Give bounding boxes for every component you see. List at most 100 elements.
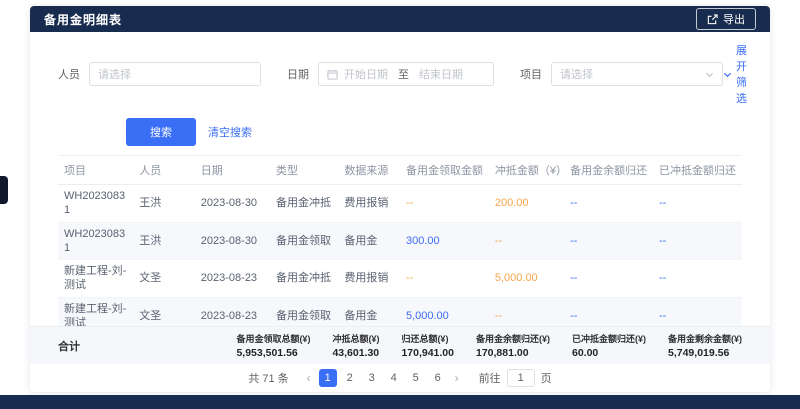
summary-row: 合计 备用金领取总额(¥)5,953,501.56 冲抵总额(¥)43,601.3… [30, 326, 770, 364]
table-cell: -- [400, 185, 489, 223]
card-header: 备用金明细表 导出 [30, 6, 770, 32]
data-table-area[interactable]: 项目人员日期类型数据来源备用金领取金额（¥）冲抵金额（¥）备用金余额归还（¥）已… [30, 155, 770, 326]
petty-cash-detail-card: 备用金明细表 导出 人员 请选择 日期 [30, 6, 770, 392]
table-row[interactable]: 新建工程-刘-测试文圣2023-08-23备用金领取备用金5,000.00---… [58, 297, 742, 326]
search-button[interactable]: 搜索 [126, 118, 196, 146]
table-cell: -- [564, 185, 653, 223]
table-cell: 费用报销 [338, 260, 400, 298]
summary-stat-label: 已冲抵金额归还(¥) [572, 332, 646, 345]
goto-page: 前往 页 [479, 369, 552, 387]
summary-stat: 已冲抵金额归还(¥) 60.00 [572, 332, 646, 359]
table-cell: 2023-08-30 [195, 185, 270, 223]
date-range-picker[interactable]: 开始日期 至 结束日期 [318, 62, 494, 86]
summary-total-label: 合计 [58, 338, 80, 354]
goto-page-input[interactable] [507, 369, 535, 387]
table-cell: 新建工程-刘-测试 [58, 297, 133, 326]
summary-stat-value: 60.00 [572, 347, 646, 359]
table-cell: 备用金领取 [270, 222, 338, 260]
table-cell: 200.00 [489, 185, 564, 223]
table-row[interactable]: WH20230831王洪2023-08-30备用金冲抵费用报销--200.00-… [58, 185, 742, 223]
page-number-1[interactable]: 1 [319, 369, 337, 387]
export-icon [707, 14, 718, 25]
chevron-down-icon [705, 70, 714, 79]
summary-stat-value: 170,881.00 [476, 347, 550, 359]
table-cell: 2023-08-23 [195, 297, 270, 326]
filter-person: 人员 请选择 [58, 62, 261, 86]
expand-filters-link[interactable]: 展开筛选 [723, 42, 747, 106]
table-cell: -- [489, 222, 564, 260]
table-cell: 费用报销 [338, 185, 400, 223]
filter-date: 日期 开始日期 至 结束日期 [287, 62, 494, 86]
column-header: 备用金余额归还（¥） [564, 156, 653, 185]
table-cell: 5,000.00 [489, 260, 564, 298]
table-cell: -- [564, 260, 653, 298]
sidebar-collapse-handle[interactable] [0, 176, 8, 204]
calendar-icon [327, 69, 338, 80]
filter-row: 人员 请选择 日期 开始日期 至 结束日期 项目 请选择 [30, 32, 770, 110]
summary-stat-value: 5,749,019.56 [668, 347, 742, 359]
table-cell: -- [564, 222, 653, 260]
filter-project: 项目 请选择 [520, 62, 723, 86]
page-number-5[interactable]: 5 [407, 369, 425, 387]
summary-stat: 冲抵总额(¥)43,601.30 [332, 332, 379, 359]
table-cell: 文圣 [133, 260, 195, 298]
table-cell: 备用金领取 [270, 297, 338, 326]
table-cell: 王洪 [133, 222, 195, 260]
person-placeholder: 请选择 [98, 66, 131, 82]
table-cell: WH20230831 [58, 222, 133, 260]
table-cell: 备用金 [338, 222, 400, 260]
goto-page-suffix: 页 [541, 370, 552, 386]
column-header: 已冲抵金额归还（¥） [653, 156, 742, 185]
table-cell: -- [653, 185, 742, 223]
person-label: 人员 [58, 66, 80, 82]
petty-cash-table: 项目人员日期类型数据来源备用金领取金额（¥）冲抵金额（¥）备用金余额归还（¥）已… [58, 155, 742, 326]
table-cell: 备用金冲抵 [270, 260, 338, 298]
table-cell: -- [653, 222, 742, 260]
table-cell: 2023-08-30 [195, 222, 270, 260]
pagination: 共 71 条 ‹ 123456 › 前往 页 [30, 364, 770, 392]
column-header: 数据来源 [338, 156, 400, 185]
next-page-button[interactable]: › [451, 371, 463, 385]
table-cell: 备用金冲抵 [270, 185, 338, 223]
table-row[interactable]: 新建工程-刘-测试文圣2023-08-23备用金冲抵费用报销 --5,000.00… [58, 260, 742, 298]
page-number-4[interactable]: 4 [385, 369, 403, 387]
page-number-3[interactable]: 3 [363, 369, 381, 387]
summary-stat-label: 备用金余额归还(¥) [476, 332, 550, 345]
date-end-placeholder: 结束日期 [419, 66, 463, 82]
action-row: 搜索 清空搜索 [30, 110, 770, 155]
column-header: 项目 [58, 156, 133, 185]
summary-stat: 备用金剩余金额(¥) 5,749,019.56 [668, 332, 742, 359]
table-cell: -- [564, 297, 653, 326]
table-cell: WH20230831 [58, 185, 133, 223]
project-placeholder: 请选择 [560, 66, 593, 82]
summary-stat-label: 备用金剩余金额(¥) [668, 332, 742, 345]
clear-search-button[interactable]: 清空搜索 [208, 124, 252, 140]
table-cell: -- [489, 297, 564, 326]
bottom-taskbar [0, 395, 800, 409]
prev-page-button[interactable]: ‹ [303, 371, 315, 385]
page-number-6[interactable]: 6 [429, 369, 447, 387]
summary-stat: 备用金余额归还(¥) 170,881.00 [476, 332, 550, 359]
table-cell: 2023-08-23 [195, 260, 270, 298]
column-header: 冲抵金额（¥） [489, 156, 564, 185]
column-header: 类型 [270, 156, 338, 185]
column-header: 日期 [195, 156, 270, 185]
table-row[interactable]: WH20230831王洪2023-08-30备用金领取备用金300.00----… [58, 222, 742, 260]
page-number-2[interactable]: 2 [341, 369, 359, 387]
table-cell: 新建工程-刘-测试 [58, 260, 133, 298]
goto-label: 前往 [479, 370, 501, 386]
person-select[interactable]: 请选择 [89, 62, 261, 86]
table-cell: 5,000.00 [400, 297, 489, 326]
project-label: 项目 [520, 66, 542, 82]
expand-filters-label: 展开筛选 [736, 42, 747, 106]
page-title: 备用金明细表 [44, 11, 122, 28]
column-header: 备用金领取金额（¥） [400, 156, 489, 185]
date-separator: 至 [398, 66, 409, 82]
project-select[interactable]: 请选择 [551, 62, 723, 86]
summary-stat: 备用金领取总额(¥)5,953,501.56 [236, 332, 310, 359]
export-button[interactable]: 导出 [696, 8, 756, 30]
column-header: 人员 [133, 156, 195, 185]
date-label: 日期 [287, 66, 309, 82]
table-cell: 王洪 [133, 185, 195, 223]
export-label: 导出 [723, 11, 745, 27]
